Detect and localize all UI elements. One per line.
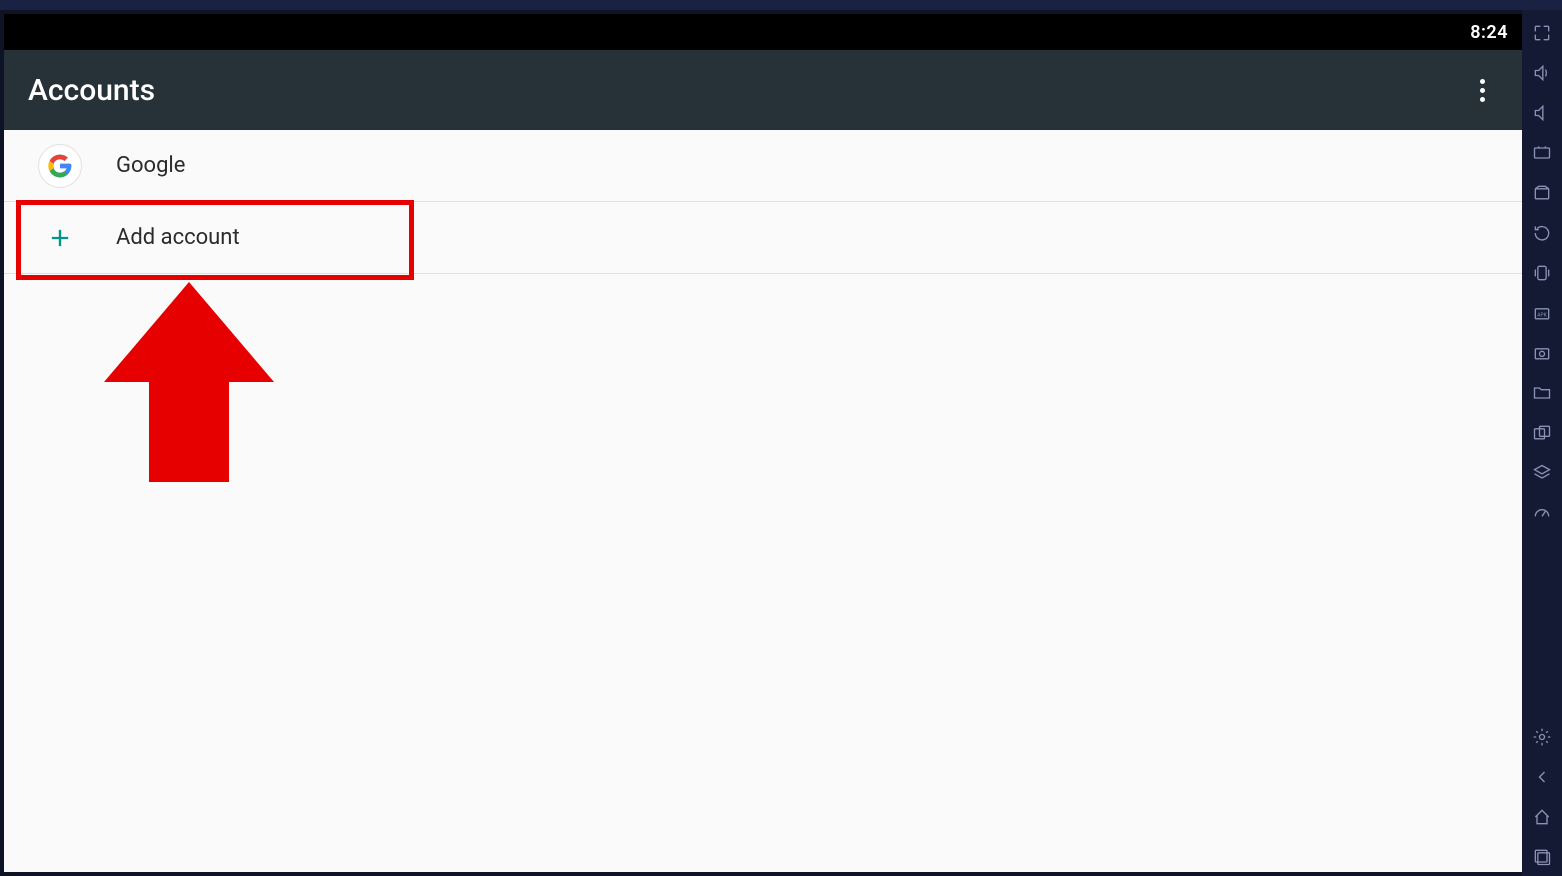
account-row-google[interactable]: Google: [4, 130, 1522, 202]
window-title-bar: [0, 0, 1562, 10]
volume-up-icon[interactable]: [1522, 54, 1562, 92]
accounts-content: Google Add account: [4, 130, 1522, 872]
multi-instance-icon[interactable]: [1522, 414, 1562, 452]
back-icon[interactable]: [1522, 758, 1562, 796]
sync-apps-icon[interactable]: [1522, 174, 1562, 212]
plus-icon: [38, 216, 82, 260]
screenshot-icon[interactable]: [1522, 334, 1562, 372]
settings-icon[interactable]: [1522, 718, 1562, 756]
keymap-icon[interactable]: [1522, 134, 1562, 172]
apk-icon[interactable]: APK: [1522, 294, 1562, 332]
media-folder-icon[interactable]: [1522, 374, 1562, 412]
layers-icon[interactable]: [1522, 454, 1562, 492]
rotate-icon[interactable]: [1522, 214, 1562, 252]
add-account-label: Add account: [116, 225, 240, 250]
volume-down-icon[interactable]: [1522, 94, 1562, 132]
recents-icon[interactable]: [1522, 838, 1562, 876]
more-options-button[interactable]: [1466, 74, 1498, 106]
add-account-row[interactable]: Add account: [4, 202, 1522, 274]
account-row-label: Google: [116, 153, 185, 178]
main-container: 8:24 Accounts: [0, 10, 1562, 876]
shake-icon[interactable]: [1522, 254, 1562, 292]
emulator-screen: 8:24 Accounts: [4, 14, 1522, 872]
svg-text:APK: APK: [1537, 312, 1547, 318]
app-bar: Accounts: [4, 50, 1522, 130]
page-title: Accounts: [28, 73, 155, 108]
fullscreen-icon[interactable]: [1522, 14, 1562, 52]
status-clock: 8:24: [1470, 22, 1508, 43]
google-icon: [38, 144, 82, 188]
bluestacks-side-toolbar: APK: [1522, 10, 1562, 876]
android-status-bar: 8:24: [4, 14, 1522, 50]
annotation-arrow: [104, 282, 274, 482]
home-icon[interactable]: [1522, 798, 1562, 836]
speed-icon[interactable]: [1522, 494, 1562, 532]
